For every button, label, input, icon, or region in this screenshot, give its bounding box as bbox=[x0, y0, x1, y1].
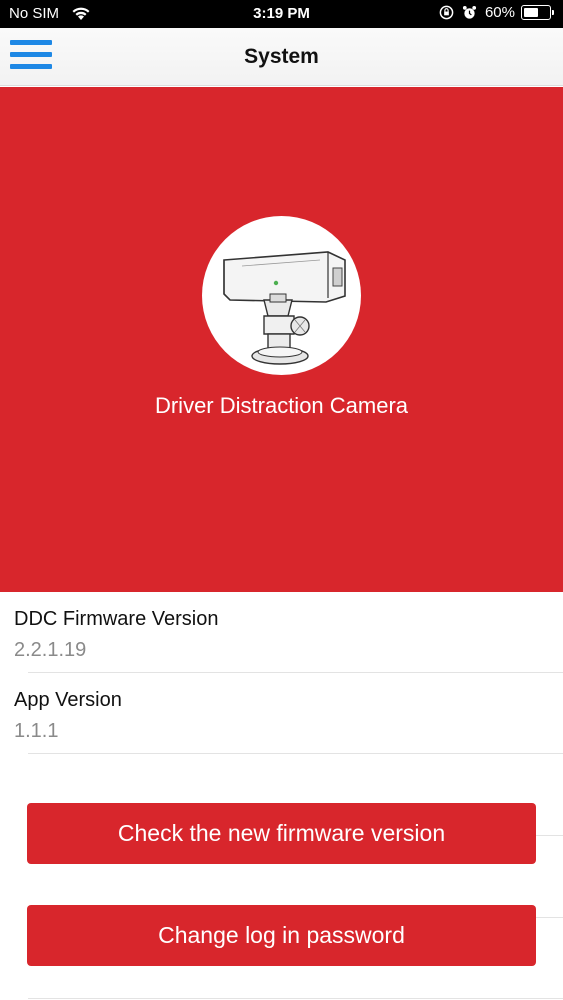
row-divider bbox=[28, 753, 563, 754]
page-title: System bbox=[244, 45, 319, 68]
check-firmware-button[interactable]: Check the new firmware version bbox=[27, 803, 536, 864]
row-divider bbox=[28, 998, 563, 999]
orientation-lock-icon bbox=[439, 5, 454, 20]
firmware-version-label: DDC Firmware Version bbox=[14, 608, 219, 630]
app-version-value: 1.1.1 bbox=[14, 720, 59, 742]
device-name: Driver Distraction Camera bbox=[154, 393, 409, 418]
battery-fill bbox=[524, 8, 539, 17]
row-divider bbox=[536, 835, 563, 836]
status-bar: No SIM 3:19 PM 60% bbox=[0, 0, 563, 28]
firmware-version-value: 2.2.1.19 bbox=[14, 639, 87, 661]
alarm-icon bbox=[462, 5, 477, 19]
battery-percent: 60% bbox=[484, 4, 515, 21]
nav-bar: System bbox=[0, 28, 563, 86]
app-version-row: App Version 1.1.1 bbox=[0, 673, 563, 754]
status-right: 60% bbox=[439, 4, 554, 21]
device-hero: Driver Distraction Camera bbox=[0, 87, 563, 592]
firmware-version-row: DDC Firmware Version 2.2.1.19 bbox=[0, 592, 563, 673]
camera-device-icon bbox=[223, 251, 346, 365]
app-version-label: App Version bbox=[14, 689, 122, 711]
change-password-button[interactable]: Change log in password bbox=[27, 905, 536, 966]
battery-icon bbox=[521, 5, 554, 20]
device-image-circle bbox=[202, 216, 361, 375]
row-divider bbox=[536, 917, 563, 918]
